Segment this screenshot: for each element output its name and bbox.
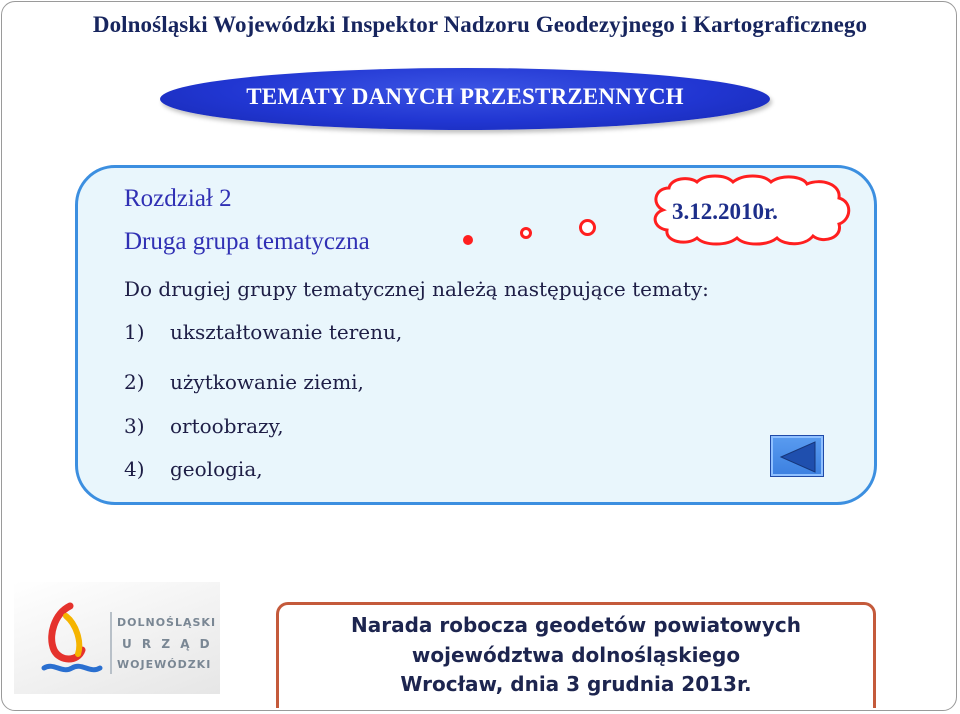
logo-line-3: WOJEWÓDZKI <box>117 658 212 671</box>
callout-dot-small <box>463 235 473 245</box>
callout-dot-medium <box>520 227 532 239</box>
header-title: Dolnośląski Wojewódzki Inspektor Nadzoru… <box>92 12 868 37</box>
intro-text: Do drugiej grupy tematycznej należą nast… <box>124 277 709 301</box>
logo-emblem-icon <box>41 602 103 673</box>
list-item-text: użytkowanie ziemi, <box>170 370 364 394</box>
footer-line-1: Narada robocza geodetów powiatowych <box>350 613 802 637</box>
triangle-left-icon <box>779 441 816 473</box>
back-button[interactable] <box>770 435 824 477</box>
list-item-text: ukształtowanie terenu, <box>170 320 403 344</box>
list-item-number: 3) <box>124 414 145 438</box>
footer-line-2: województwa dolnośląskiego <box>411 643 741 667</box>
banner-label: TEMATY DANYCH PRZESTRZENNYCH <box>246 84 684 109</box>
list-item-text: ortoobrazy, <box>170 414 284 438</box>
chapter-heading: Rozdział 2 <box>124 185 232 212</box>
logo: DOLNOŚLĄSKI U R Z Ą D WOJEWÓDZKI <box>14 582 220 694</box>
list-item: 2) użytkowanie ziemi, <box>124 370 364 394</box>
footer-line-3: Wrocław, dnia 3 grudnia 2013r. <box>400 672 752 696</box>
list-item: 3) ortoobrazy, <box>124 414 284 438</box>
list-item: 1) ukształtowanie terenu, <box>124 320 402 344</box>
list-item: 4) geologia, <box>124 457 263 481</box>
list-item-number: 2) <box>124 370 145 394</box>
list-item-number: 1) <box>124 320 145 344</box>
callout-date: 3.12.2010r. <box>672 199 778 224</box>
group-heading: Druga grupa tematyczna <box>124 228 370 255</box>
logo-divider <box>110 612 112 674</box>
list-item-number: 4) <box>124 457 145 481</box>
logo-line-2: U R Z Ą D <box>122 637 213 651</box>
list-item-text: geologia, <box>170 457 263 481</box>
logo-line-1: DOLNOŚLĄSKI <box>117 616 217 629</box>
callout-dot-large <box>579 219 596 236</box>
